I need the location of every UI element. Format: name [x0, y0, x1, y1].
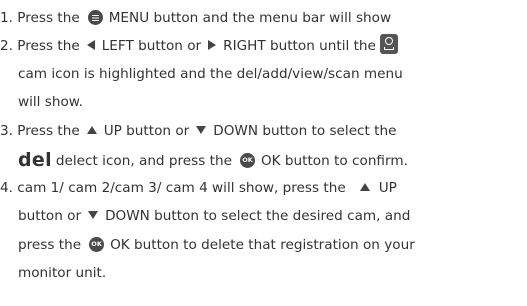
step-4-line-4: monitor unit. [18, 261, 106, 285]
step-3-line-1: 3. Press the UP button or DOWN button to s… [0, 119, 397, 143]
step-1-line-1: 1. Press the MENU button and the menu bar… [0, 6, 391, 30]
step-text: cam icon is highlighted and the del/add/… [18, 66, 403, 82]
step-text: RIGHT button until the [223, 38, 376, 54]
camera-icon [379, 34, 398, 54]
step-text: DOWN button to select the desired cam, a… [105, 208, 411, 224]
step-text: MENU button and the menu bar will show [108, 10, 392, 26]
step-text: press the [18, 237, 82, 253]
step-text: 2. Press the [0, 38, 80, 54]
ok-icon: OK [239, 152, 255, 168]
step-2-line-2: cam icon is highlighted and the del/add/… [18, 62, 403, 86]
step-3-line-2: del delect icon, and press the OK OK button… [18, 147, 408, 171]
step-text: button or [18, 208, 82, 224]
step-text: will show. [18, 94, 83, 110]
step-text: DOWN button to select the [213, 123, 397, 139]
step-4-line-1: 4. cam 1/ cam 2/cam 3/ cam 4 will show, … [0, 176, 397, 200]
down-arrow-icon [196, 126, 207, 134]
step-4-line-2: button or DOWN button to select the desir… [18, 204, 410, 228]
step-text: LEFT button or [101, 38, 202, 54]
del-icon: del [18, 149, 52, 171]
step-text: 1. Press the [0, 10, 80, 26]
right-arrow-icon [208, 40, 217, 50]
step-4-line-3: press the OK OK button to delete that regi… [18, 233, 415, 257]
down-arrow-icon [88, 211, 99, 219]
menu-icon [87, 9, 103, 25]
step-text: OK button to delete that registration on… [110, 237, 415, 253]
step-text: delect icon, and press the [55, 153, 232, 169]
left-arrow-icon [86, 40, 95, 50]
up-arrow-icon [359, 183, 370, 191]
step-text: UP button or [103, 123, 190, 139]
step-text: OK button to confirm. [260, 153, 408, 169]
step-text: monitor unit. [18, 265, 107, 281]
step-text: 4. cam 1/ cam 2/cam 3/ cam 4 will show, … [0, 180, 346, 196]
step-text: 3. Press the [0, 123, 80, 139]
step-2-line-1: 2. Press the LEFT button or RIGHT button u… [0, 34, 398, 58]
step-text: UP [378, 180, 397, 196]
ok-icon-label: OK [242, 155, 253, 164]
instruction-page: 1. Press the MENU button and the menu bar… [0, 0, 527, 306]
up-arrow-icon [86, 126, 97, 134]
ok-icon-label: OK [91, 239, 102, 248]
step-2-line-3: will show. [18, 90, 83, 114]
ok-icon: OK [89, 236, 105, 252]
